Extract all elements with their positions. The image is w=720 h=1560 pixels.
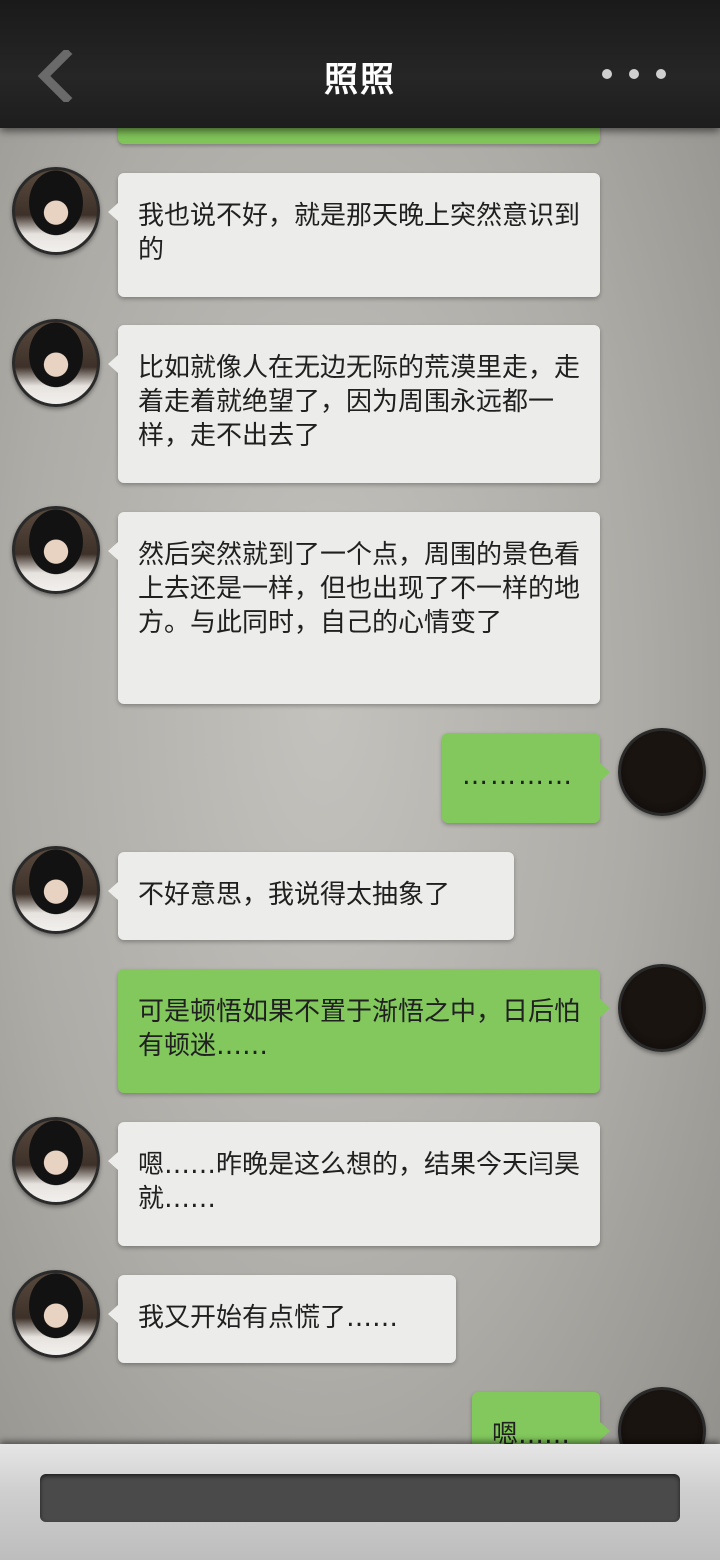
message-bubble-incoming[interactable]: 嗯……昨晚是这么想的，结果今天闫昊就…… [108, 1122, 600, 1246]
more-dots-icon [629, 69, 639, 79]
message-text: 我也说不好，就是那天晚上突然意识到的 [138, 201, 581, 265]
message-text: 不好意思，我说得太抽象了 [138, 880, 451, 910]
user-avatar[interactable] [618, 964, 706, 1052]
message-text: 我又开始有点慌了…… [138, 1303, 399, 1333]
more-dots-icon [602, 69, 612, 79]
contact-avatar[interactable] [12, 319, 100, 407]
message-bubble-outgoing[interactable]: ………… [442, 733, 610, 823]
message-input[interactable] [40, 1474, 680, 1522]
chat-header: 照照 [0, 0, 720, 128]
user-avatar[interactable] [618, 728, 706, 816]
message-bubble-outgoing[interactable]: 可是顿悟如果不置于渐悟之中，日后怕有顿迷…… [118, 969, 610, 1093]
message-text: 然后突然就到了一个点，周围的景色看上去还是一样，但也出现了不一样的地方。与此同时… [138, 540, 581, 638]
contact-avatar[interactable] [12, 1117, 100, 1205]
more-dots-icon [656, 69, 666, 79]
message-bubble-incoming[interactable]: 我也说不好，就是那天晚上突然意识到的 [108, 173, 600, 297]
message-bubble-incoming[interactable]: 然后突然就到了一个点，周围的景色看上去还是一样，但也出现了不一样的地方。与此同时… [108, 512, 600, 704]
message-text: ………… [462, 761, 574, 791]
contact-avatar[interactable] [12, 846, 100, 934]
contact-avatar[interactable] [12, 1270, 100, 1358]
input-bar [0, 1444, 720, 1560]
contact-avatar[interactable] [12, 167, 100, 255]
message-text: 可是顿悟如果不置于渐悟之中，日后怕有顿迷…… [138, 997, 581, 1061]
message-bubble-incoming[interactable]: 不好意思，我说得太抽象了 [108, 852, 514, 940]
message-bubble-incoming[interactable]: 我又开始有点慌了…… [108, 1275, 456, 1363]
more-options-button[interactable] [602, 66, 672, 82]
message-text: 比如就像人在无边无际的荒漠里走，走着走着就绝望了，因为周围永远都一样，走不出去了 [138, 353, 581, 451]
contact-avatar[interactable] [12, 506, 100, 594]
message-text: 嗯……昨晚是这么想的，结果今天闫昊就…… [138, 1150, 581, 1214]
message-bubble-incoming[interactable]: 比如就像人在无边无际的荒漠里走，走着走着就绝望了，因为周围永远都一样，走不出去了 [108, 325, 600, 483]
